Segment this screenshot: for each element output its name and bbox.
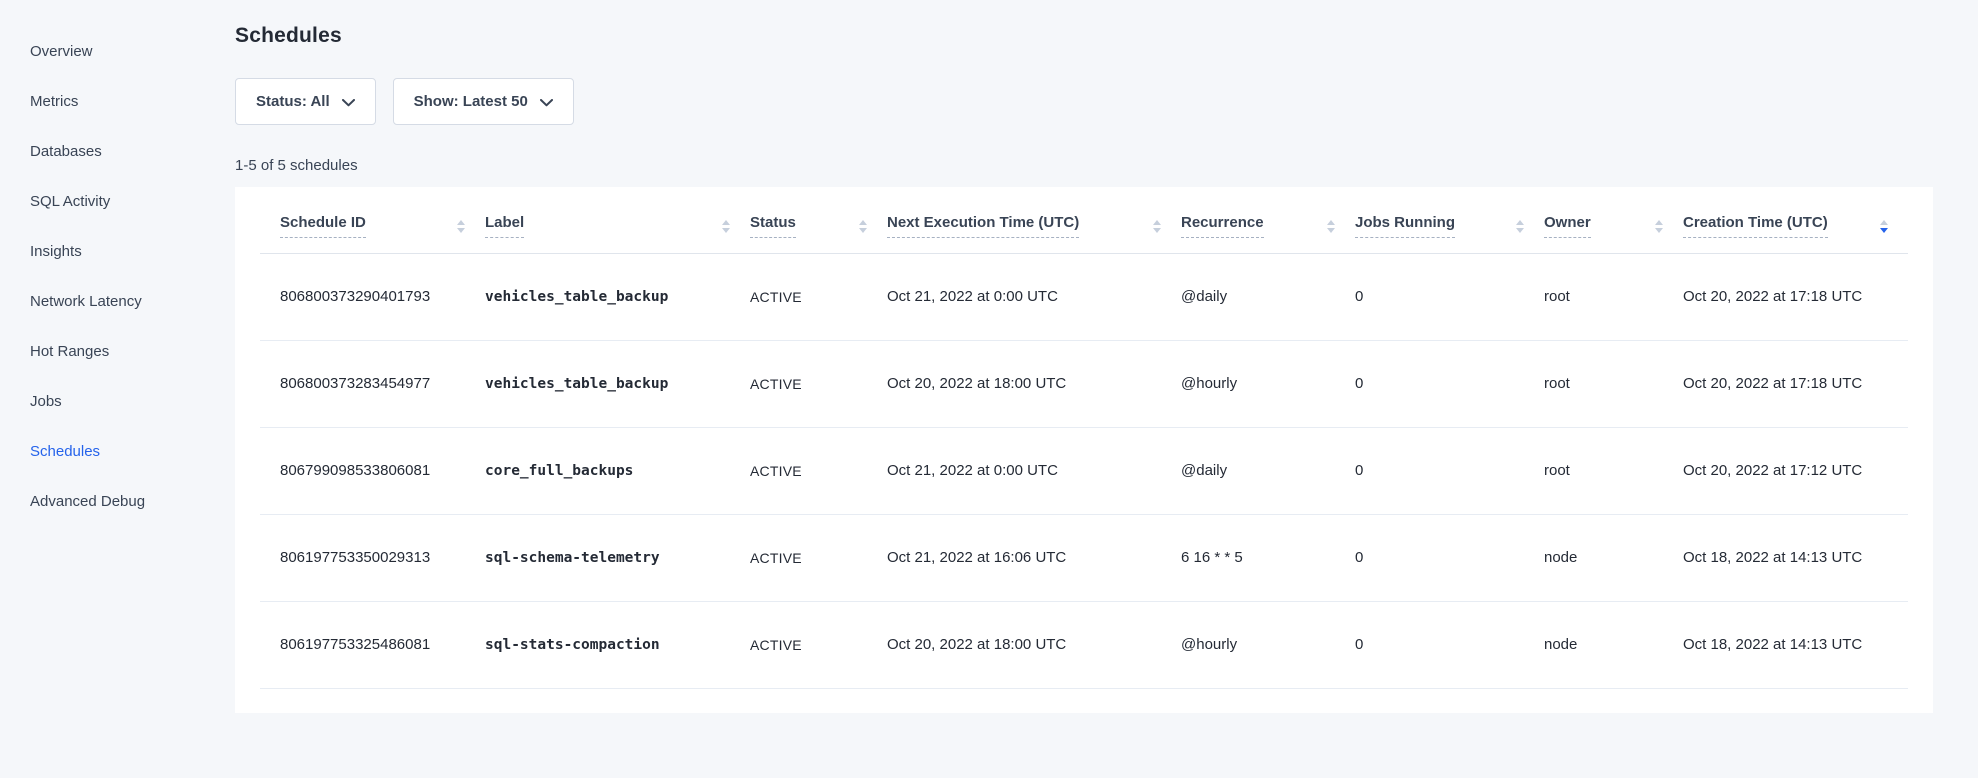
sort-icon[interactable] xyxy=(1655,220,1663,233)
sidebar-item-jobs[interactable]: Jobs xyxy=(30,392,230,412)
status-cell: ACTIVE xyxy=(750,602,887,689)
next-execution-cell: Oct 20, 2022 at 18:00 UTC xyxy=(887,602,1181,689)
sidebar: Overview Metrics Databases SQL Activity … xyxy=(0,0,230,778)
status-cell: ACTIVE xyxy=(750,254,887,341)
recurrence-cell: @hourly xyxy=(1181,602,1355,689)
schedules-table: Schedule ID Label Status xyxy=(260,187,1908,689)
recurrence-cell: @daily xyxy=(1181,428,1355,515)
creation-time-cell: Oct 18, 2022 at 14:13 UTC xyxy=(1683,602,1908,689)
owner-cell: root xyxy=(1544,341,1683,428)
column-header-owner[interactable]: Owner xyxy=(1544,187,1683,254)
next-execution-cell: Oct 20, 2022 at 18:00 UTC xyxy=(887,341,1181,428)
table-row: 806800373283454977 vehicles_table_backup… xyxy=(260,341,1908,428)
schedule-id-cell: 806800373290401793 xyxy=(260,254,485,341)
jobs-running-cell: 0 xyxy=(1355,428,1544,515)
status-filter-label: Status: All xyxy=(256,93,330,110)
schedule-label-cell: sql-schema-telemetry xyxy=(485,515,750,602)
recurrence-cell: 6 16 * * 5 xyxy=(1181,515,1355,602)
column-header-creation-time[interactable]: Creation Time (UTC) xyxy=(1683,187,1908,254)
sidebar-item-sql-activity[interactable]: SQL Activity xyxy=(30,192,230,212)
jobs-running-cell: 0 xyxy=(1355,515,1544,602)
sidebar-item-insights[interactable]: Insights xyxy=(30,242,230,262)
jobs-running-cell: 0 xyxy=(1355,602,1544,689)
schedule-label-cell: vehicles_table_backup xyxy=(485,341,750,428)
sort-icon-active-desc[interactable] xyxy=(1880,220,1888,233)
jobs-running-cell: 0 xyxy=(1355,341,1544,428)
column-header-schedule-id[interactable]: Schedule ID xyxy=(260,187,485,254)
schedule-id-cell: 806799098533806081 xyxy=(260,428,485,515)
next-execution-cell: Oct 21, 2022 at 0:00 UTC xyxy=(887,428,1181,515)
jobs-running-cell: 0 xyxy=(1355,254,1544,341)
schedules-table-card: Schedule ID Label Status xyxy=(235,187,1933,713)
status-cell: ACTIVE xyxy=(750,515,887,602)
creation-time-cell: Oct 18, 2022 at 14:13 UTC xyxy=(1683,515,1908,602)
column-header-jobs-running[interactable]: Jobs Running xyxy=(1355,187,1544,254)
status-filter-dropdown[interactable]: Status: All xyxy=(235,78,376,125)
show-filter-dropdown[interactable]: Show: Latest 50 xyxy=(393,78,574,125)
creation-time-cell: Oct 20, 2022 at 17:18 UTC xyxy=(1683,254,1908,341)
creation-time-cell: Oct 20, 2022 at 17:18 UTC xyxy=(1683,341,1908,428)
sort-icon[interactable] xyxy=(1327,220,1335,233)
schedule-id-cell: 806800373283454977 xyxy=(260,341,485,428)
sidebar-item-overview[interactable]: Overview xyxy=(30,42,230,62)
chevron-down-icon xyxy=(540,99,553,107)
filter-bar: Status: All Show: Latest 50 xyxy=(235,78,1933,125)
column-header-next-execution-time[interactable]: Next Execution Time (UTC) xyxy=(887,187,1181,254)
schedule-label-cell: vehicles_table_backup xyxy=(485,254,750,341)
table-row: 806197753350029313 sql-schema-telemetry … xyxy=(260,515,1908,602)
sort-icon[interactable] xyxy=(1516,220,1524,233)
next-execution-cell: Oct 21, 2022 at 16:06 UTC xyxy=(887,515,1181,602)
results-summary: 1-5 of 5 schedules xyxy=(235,156,1933,176)
owner-cell: node xyxy=(1544,515,1683,602)
creation-time-cell: Oct 20, 2022 at 17:12 UTC xyxy=(1683,428,1908,515)
sidebar-item-network-latency[interactable]: Network Latency xyxy=(30,292,230,312)
sort-icon[interactable] xyxy=(1153,220,1161,233)
sort-icon[interactable] xyxy=(722,220,730,233)
schedule-label-cell: sql-stats-compaction xyxy=(485,602,750,689)
column-header-label[interactable]: Label xyxy=(485,187,750,254)
owner-cell: root xyxy=(1544,254,1683,341)
column-header-recurrence[interactable]: Recurrence xyxy=(1181,187,1355,254)
show-filter-label: Show: Latest 50 xyxy=(414,93,528,110)
next-execution-cell: Oct 21, 2022 at 0:00 UTC xyxy=(887,254,1181,341)
sidebar-item-schedules[interactable]: Schedules xyxy=(30,442,230,462)
recurrence-cell: @hourly xyxy=(1181,341,1355,428)
sort-icon[interactable] xyxy=(859,220,867,233)
owner-cell: root xyxy=(1544,428,1683,515)
table-row: 806799098533806081 core_full_backups ACT… xyxy=(260,428,1908,515)
table-header-row: Schedule ID Label Status xyxy=(260,187,1908,254)
sort-icon[interactable] xyxy=(457,220,465,233)
page-title: Schedules xyxy=(235,24,1933,48)
owner-cell: node xyxy=(1544,602,1683,689)
column-header-status[interactable]: Status xyxy=(750,187,887,254)
status-cell: ACTIVE xyxy=(750,341,887,428)
table-row: 806197753325486081 sql-stats-compaction … xyxy=(260,602,1908,689)
sidebar-item-databases[interactable]: Databases xyxy=(30,142,230,162)
sidebar-item-hot-ranges[interactable]: Hot Ranges xyxy=(30,342,230,362)
status-cell: ACTIVE xyxy=(750,428,887,515)
table-row: 806800373290401793 vehicles_table_backup… xyxy=(260,254,1908,341)
schedule-id-cell: 806197753350029313 xyxy=(260,515,485,602)
schedule-label-cell: core_full_backups xyxy=(485,428,750,515)
sidebar-item-metrics[interactable]: Metrics xyxy=(30,92,230,112)
chevron-down-icon xyxy=(342,99,355,107)
sidebar-item-advanced-debug[interactable]: Advanced Debug xyxy=(30,492,230,512)
schedules-page: Schedules Status: All Show: Latest 50 1-… xyxy=(235,0,1933,713)
recurrence-cell: @daily xyxy=(1181,254,1355,341)
schedule-id-cell: 806197753325486081 xyxy=(260,602,485,689)
